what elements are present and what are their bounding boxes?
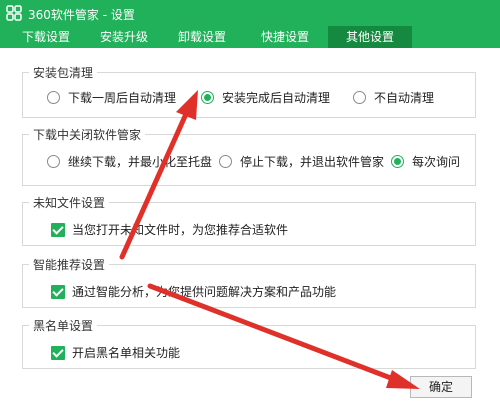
tab-download-settings[interactable]: 下载设置	[8, 26, 84, 48]
radio-stop-and-exit[interactable]: 停止下载，并退出软件管家	[219, 153, 384, 170]
checkbox-smart-analysis[interactable]: 通过智能分析，为您提供问题解决方案和产品功能	[51, 283, 336, 300]
blacklist-group-title: 黑名单设置	[29, 317, 98, 334]
radio-circle-icon	[219, 155, 232, 168]
radio-selected-icon	[391, 155, 404, 168]
radio-circle-icon	[353, 91, 366, 104]
checkbox-checked-icon	[51, 345, 65, 360]
smart-recommend-group-title: 智能推荐设置	[29, 256, 110, 273]
radio-circle-icon	[47, 155, 60, 168]
tab-shortcut-settings[interactable]: 快捷设置	[244, 26, 326, 48]
close-during-download-group-title: 下载中关闭软件管家	[29, 126, 146, 143]
title-bar: 360软件管家 - 设置	[0, 0, 500, 26]
blacklist-group: 黑名单设置 开启黑名单相关功能	[22, 317, 476, 369]
tab-other-settings[interactable]: 其他设置	[328, 26, 412, 48]
checkbox-checked-icon	[51, 284, 65, 299]
cleanup-group: 安装包清理 下载一周后自动清理 安装完成后自动清理 不自动清理	[22, 64, 476, 118]
radio-label: 下载一周后自动清理	[68, 91, 177, 105]
radio-continue-minimize[interactable]: 继续下载，并最小化至托盘	[47, 153, 212, 170]
checkbox-recommend-for-unknown-files[interactable]: 当您打开未知文件时，为您推荐合适软件	[51, 221, 288, 238]
tab-bar: 下载设置 安装升级 卸载设置 快捷设置 其他设置	[0, 26, 500, 48]
checkbox-enable-blacklist[interactable]: 开启黑名单相关功能	[51, 344, 180, 361]
radio-label: 停止下载，并退出软件管家	[240, 155, 385, 169]
radio-label: 不自动清理	[374, 91, 435, 105]
radio-circle-icon	[47, 91, 60, 104]
window-title: 360软件管家 - 设置	[28, 8, 135, 22]
tab-install-upgrade[interactable]: 安装升级	[86, 26, 162, 48]
checkbox-label: 当您打开未知文件时，为您推荐合适软件	[72, 223, 289, 237]
radio-ask-every-time[interactable]: 每次询问	[391, 153, 460, 170]
radio-label: 继续下载，并最小化至托盘	[68, 155, 213, 169]
radio-no-auto-clean[interactable]: 不自动清理	[353, 89, 434, 106]
radio-label: 每次询问	[412, 155, 461, 169]
tab-uninstall-settings[interactable]: 卸载设置	[164, 26, 240, 48]
cleanup-group-title: 安装包清理	[29, 64, 98, 81]
unknown-files-group: 未知文件设置 当您打开未知文件时，为您推荐合适软件	[22, 194, 476, 246]
ok-button[interactable]: 确定	[410, 376, 472, 398]
grid-logo-icon	[6, 5, 22, 21]
radio-clean-after-week[interactable]: 下载一周后自动清理	[47, 89, 176, 106]
radio-label: 安装完成后自动清理	[222, 91, 331, 105]
checkbox-checked-icon	[51, 222, 65, 237]
radio-selected-icon	[201, 91, 214, 104]
radio-clean-after-install[interactable]: 安装完成后自动清理	[201, 89, 330, 106]
checkbox-label: 开启黑名单相关功能	[72, 346, 181, 360]
unknown-files-group-title: 未知文件设置	[29, 194, 110, 211]
checkbox-label: 通过智能分析，为您提供问题解决方案和产品功能	[72, 285, 337, 299]
close-during-download-group: 下载中关闭软件管家 继续下载，并最小化至托盘 停止下载，并退出软件管家 每次询问	[22, 126, 476, 186]
smart-recommend-group: 智能推荐设置 通过智能分析，为您提供问题解决方案和产品功能	[22, 256, 476, 308]
